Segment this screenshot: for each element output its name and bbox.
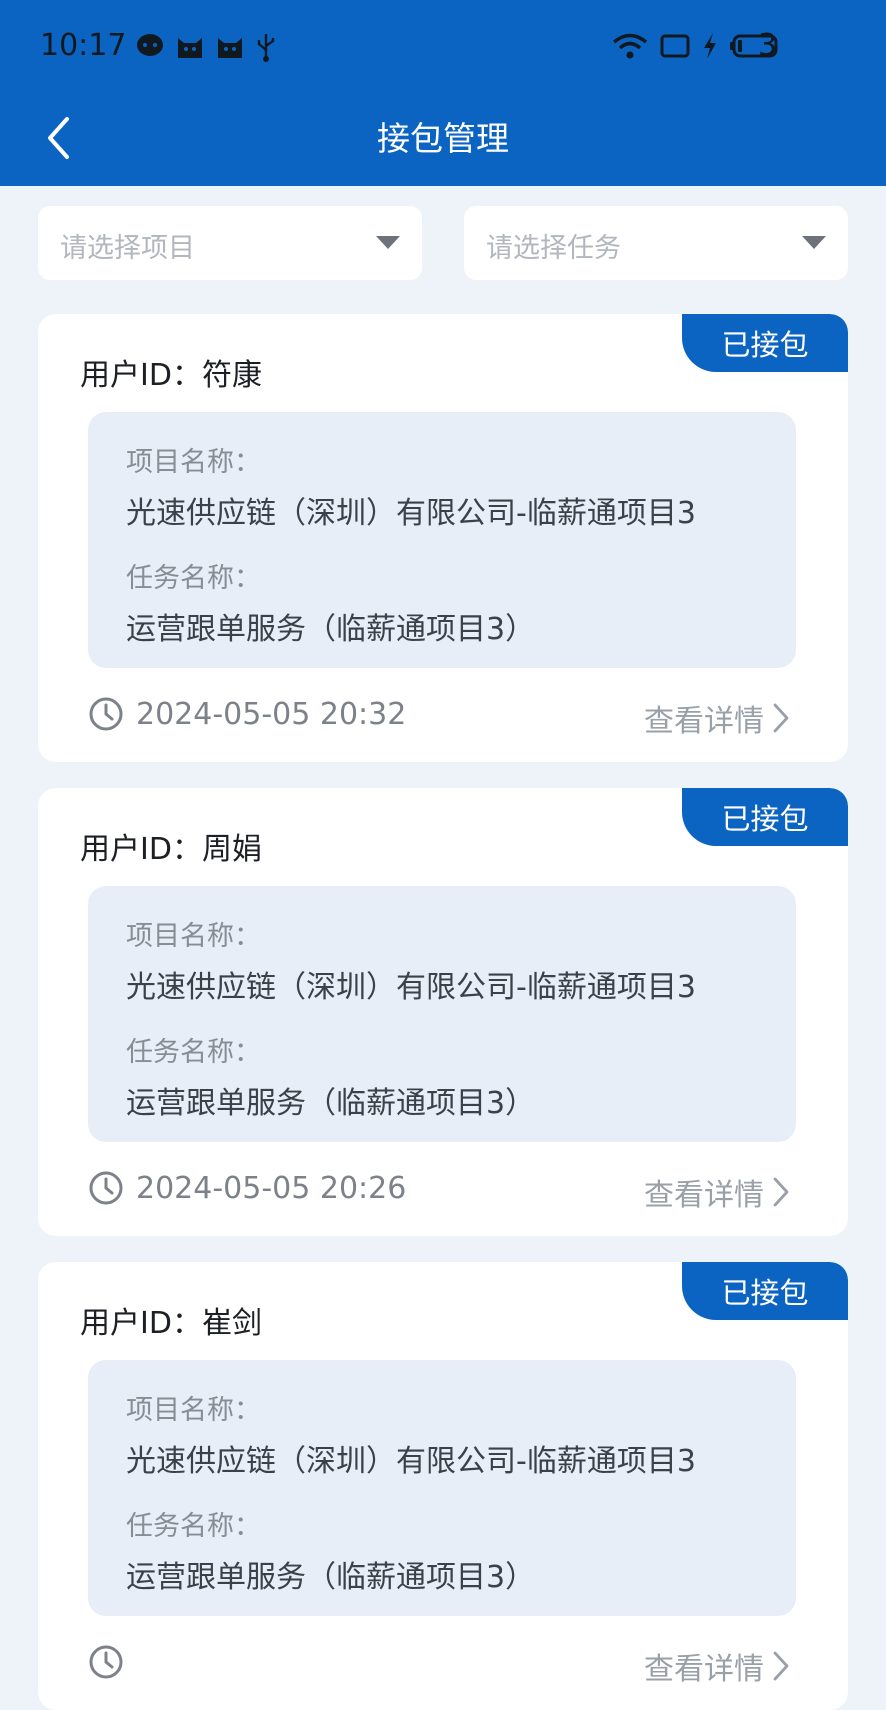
wifi-icon [612,33,648,59]
user-name: 崔剑 [201,1306,262,1341]
charging-icon [704,33,716,59]
clock-icon [89,1645,123,1679]
task-name-label: 任务名称： [126,1037,261,1068]
timestamp-row: 2024-05-05 20:32 [88,696,406,732]
project-name-label: 项目名称： [126,921,261,952]
view-details-link[interactable]: 查看详情 [644,1644,790,1688]
view-details-link[interactable]: 查看详情 [644,1170,790,1214]
status-badge: 已接包 [682,314,848,372]
package-card[interactable]: 已接包 用户ID：符康 项目名称： 光速供应链（深圳）有限公司-临薪通项目3 任… [38,314,848,762]
view-details-label: 查看详情 [644,1652,764,1687]
timestamp: 2024-05-05 20:32 [136,696,407,732]
timestamp-row: 2024-05-05 20:26 [88,1170,406,1206]
project-name-value: 光速供应链（深圳）有限公司-临薪通项目3 [126,970,696,1005]
user-id-label: 用户ID： [80,358,202,393]
project-select-placeholder: 请选择项目 [60,233,195,264]
status-time: 10:17 [40,28,127,63]
task-name-label: 任务名称： [126,563,261,594]
task-name-value: 运营跟单服务（临薪通项目3） [126,612,536,647]
timestamp: 2024-05-05 20:26 [136,1170,407,1206]
caret-down-icon [802,236,826,249]
cat-icon [218,38,242,58]
chevron-right-icon [773,1651,789,1681]
info-box: 项目名称： 光速供应链（深圳）有限公司-临薪通项目3 任务名称： 运营跟单服务（… [88,412,796,668]
view-details-label: 查看详情 [644,704,764,739]
user-id-label: 用户ID： [80,1306,202,1341]
status-badge: 已接包 [682,1262,848,1320]
task-name-value: 运营跟单服务（临薪通项目3） [126,1086,536,1121]
message-icon [137,34,163,56]
battery-level: 3 [758,28,778,63]
system-icons [612,32,778,60]
user-id: 用户ID：周娟 [80,824,262,868]
cat-icon [178,38,202,58]
user-id-label: 用户ID： [80,832,202,867]
caret-down-icon [376,236,400,249]
status-badge: 已接包 [682,788,848,846]
project-select[interactable]: 请选择项目 [38,206,422,280]
user-id: 用户ID：崔剑 [80,1298,262,1342]
task-name-value: 运营跟单服务（临薪通项目3） [126,1560,536,1595]
page-title: 接包管理 [377,119,509,158]
filter-bar: 请选择项目 请选择任务 [38,206,848,280]
notification-icons [136,32,276,62]
view-details-link[interactable]: 查看详情 [644,696,790,740]
user-name: 周娟 [201,832,262,867]
task-name-label: 任务名称： [126,1511,261,1542]
view-details-label: 查看详情 [644,1178,764,1213]
info-box: 项目名称： 光速供应链（深圳）有限公司-临薪通项目3 任务名称： 运营跟单服务（… [88,1360,796,1616]
project-name-value: 光速供应链（深圳）有限公司-临薪通项目3 [126,496,696,531]
chevron-right-icon [773,1177,789,1207]
clock-icon [89,1171,123,1205]
info-box: 项目名称： 光速供应链（深圳）有限公司-临薪通项目3 任务名称： 运营跟单服务（… [88,886,796,1142]
user-name: 符康 [201,358,262,393]
status-bar: 10:17 3 [0,0,886,96]
chevron-right-icon [773,703,789,733]
clock-icon [89,697,123,731]
nav-bar: 接包管理 [0,96,886,186]
app-header: 10:17 3 接包管理 [0,0,886,186]
package-card[interactable]: 已接包 用户ID：崔剑 项目名称： 光速供应链（深圳）有限公司-临薪通项目3 任… [38,1262,848,1710]
project-name-label: 项目名称： [126,1395,261,1426]
task-select-placeholder: 请选择任务 [486,233,621,264]
project-name-value: 光速供应链（深圳）有限公司-临薪通项目3 [126,1444,696,1479]
timestamp-row [88,1644,136,1680]
task-select[interactable]: 请选择任务 [464,206,848,280]
user-id: 用户ID：符康 [80,350,262,394]
screen-icon [660,34,690,58]
project-name-label: 项目名称： [126,447,261,478]
package-card[interactable]: 已接包 用户ID：周娟 项目名称： 光速供应链（深圳）有限公司-临薪通项目3 任… [38,788,848,1236]
usb-icon [257,34,275,62]
